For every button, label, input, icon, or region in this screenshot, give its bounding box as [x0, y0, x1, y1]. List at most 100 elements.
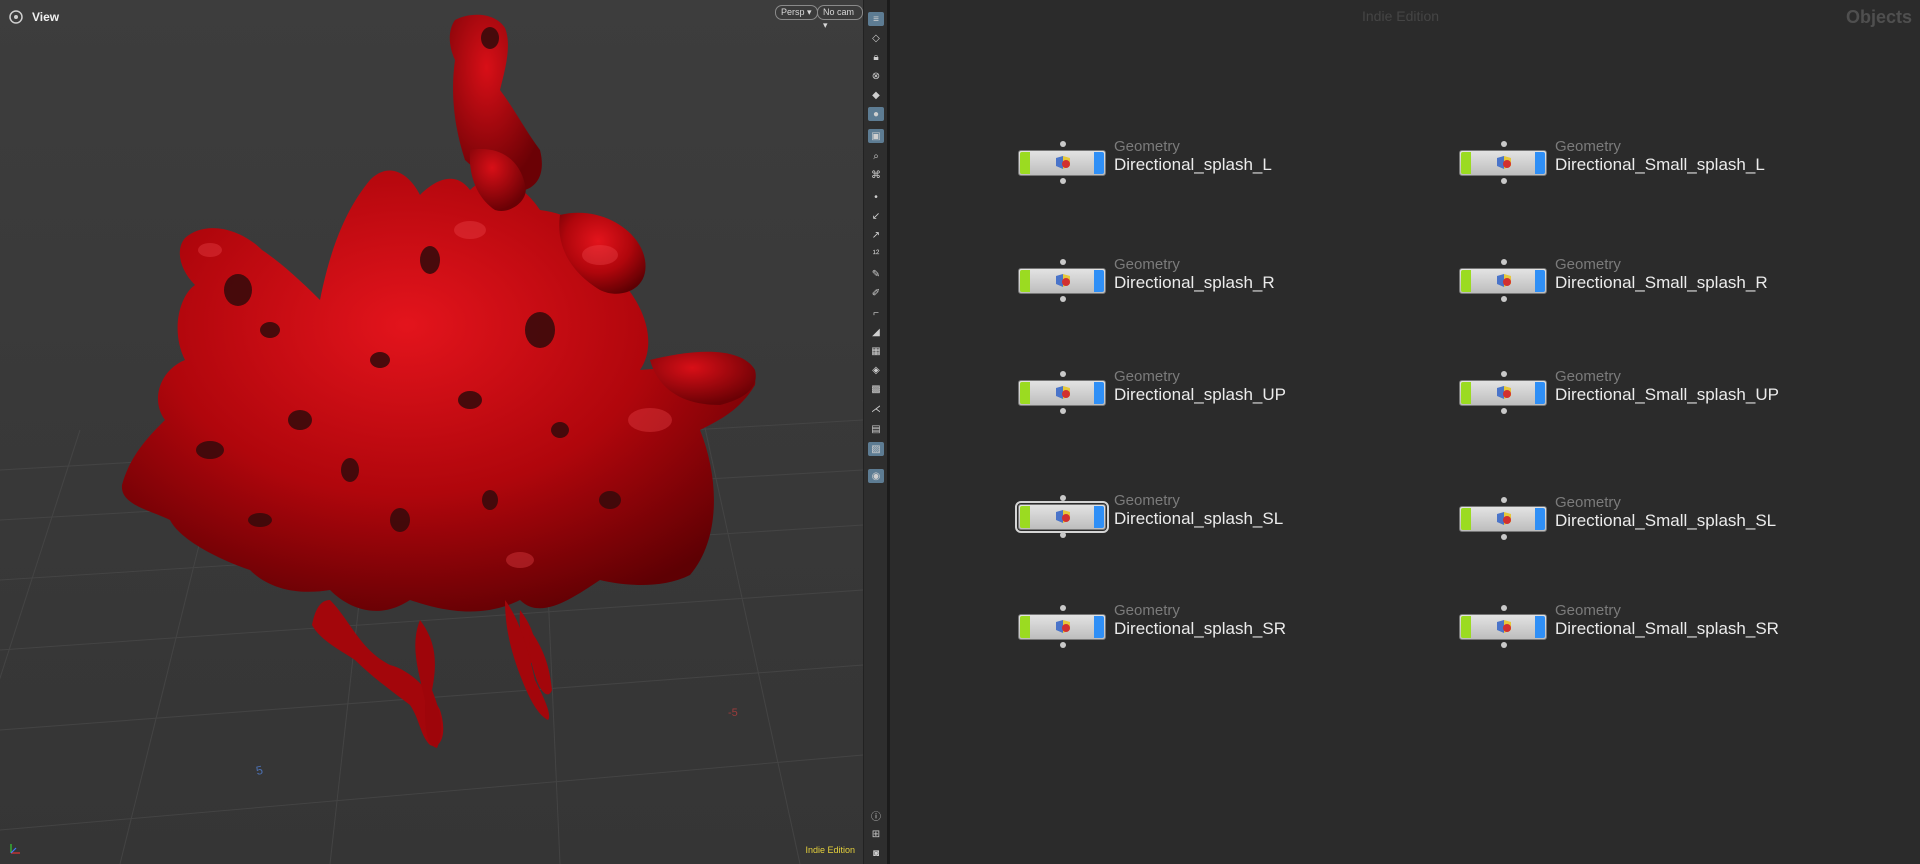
render-flag[interactable] — [1094, 506, 1104, 528]
node-body[interactable] — [1459, 150, 1547, 176]
node-directional-small-splash-sr[interactable]: Geometry Directional_Small_splash_SR — [1459, 602, 1859, 658]
output-port[interactable] — [1501, 408, 1507, 414]
input-port[interactable] — [1060, 605, 1066, 611]
render-flag[interactable] — [1535, 616, 1545, 638]
node-name[interactable]: Directional_Small_splash_SL — [1555, 511, 1776, 531]
input-port[interactable] — [1501, 259, 1507, 265]
node-body[interactable] — [1018, 268, 1106, 294]
ground-plane-icon[interactable]: ◈ — [868, 363, 884, 377]
render-flag[interactable] — [1094, 270, 1104, 292]
node-body[interactable] — [1018, 150, 1106, 176]
display-flag[interactable] — [1461, 152, 1471, 174]
node-name[interactable]: Directional_Small_splash_UP — [1555, 385, 1779, 405]
output-port[interactable] — [1060, 178, 1066, 184]
node-body[interactable] — [1018, 380, 1106, 406]
quad-view-icon[interactable]: ⊞ — [868, 827, 884, 841]
node-name[interactable]: Directional_splash_UP — [1114, 385, 1286, 405]
lock-view-icon[interactable]: 🔒︎ — [868, 50, 884, 64]
display-flag[interactable] — [1020, 152, 1030, 174]
output-port[interactable] — [1501, 534, 1507, 540]
node-directional-small-splash-up[interactable]: Geometry Directional_Small_splash_UP — [1459, 368, 1859, 424]
paint-icon[interactable]: ✐ — [868, 286, 884, 300]
node-name[interactable]: Directional_splash_R — [1114, 273, 1275, 293]
node-directional-small-splash-l[interactable]: Geometry Directional_Small_splash_L — [1459, 138, 1859, 194]
display-flag[interactable] — [1461, 382, 1471, 404]
headlight-icon[interactable]: ● — [868, 107, 884, 121]
image-icon[interactable]: ▨ — [868, 442, 884, 456]
input-port[interactable] — [1501, 371, 1507, 377]
select-tool-icon[interactable]: ⌘ — [868, 168, 884, 182]
vector-icon[interactable]: ↗ — [868, 228, 884, 242]
display-flag[interactable] — [1461, 508, 1471, 530]
select-visible-icon[interactable]: ⌕ — [868, 149, 884, 163]
display-flag[interactable] — [1020, 382, 1030, 404]
render-flag[interactable] — [1094, 382, 1104, 404]
display-flag[interactable] — [1020, 506, 1030, 528]
input-port[interactable] — [1501, 141, 1507, 147]
point-numbers-icon[interactable]: ¹² — [868, 247, 884, 261]
node-name[interactable]: Directional_splash_SR — [1114, 619, 1286, 639]
node-body[interactable] — [1459, 380, 1547, 406]
snap-icon[interactable]: ⊗ — [868, 69, 884, 83]
node-name[interactable]: Directional_Small_splash_R — [1555, 273, 1768, 293]
camera-menu-button[interactable]: No cam ▾ — [817, 5, 863, 30]
normal-icon[interactable]: ↙ — [868, 209, 884, 223]
render-flag[interactable] — [1535, 508, 1545, 530]
render-flag[interactable] — [1094, 152, 1104, 174]
output-port[interactable] — [1060, 532, 1066, 538]
handle-tool-icon[interactable]: ◇ — [868, 31, 884, 45]
node-body-selected[interactable] — [1015, 501, 1109, 533]
info-icon[interactable]: ⓘ — [868, 808, 884, 823]
output-port[interactable] — [1501, 642, 1507, 648]
output-port[interactable] — [1060, 642, 1066, 648]
render-flag[interactable] — [1535, 382, 1545, 404]
display-flag[interactable] — [1461, 616, 1471, 638]
node-directional-splash-l[interactable]: Geometry Directional_splash_L — [1018, 138, 1418, 194]
node-directional-splash-sr[interactable]: Geometry Directional_splash_SR — [1018, 602, 1418, 658]
node-directional-small-splash-sl[interactable]: Geometry Directional_Small_splash_SL — [1459, 494, 1859, 550]
input-port[interactable] — [1060, 495, 1066, 501]
geo-light-icon[interactable]: ◉ — [868, 469, 884, 483]
perspective-menu-button[interactable]: Persp ▾ — [775, 5, 818, 20]
node-directional-splash-up[interactable]: Geometry Directional_splash_UP — [1018, 368, 1418, 424]
skeleton-icon[interactable]: ⋌ — [868, 402, 884, 416]
node-directional-splash-sl[interactable]: Geometry Directional_splash_SL — [1015, 492, 1418, 548]
node-name[interactable]: Directional_splash_SL — [1114, 509, 1283, 529]
node-name[interactable]: Directional_Small_splash_SR — [1555, 619, 1779, 639]
render-flag[interactable] — [1535, 270, 1545, 292]
render-flag[interactable] — [1535, 152, 1545, 174]
ruler-icon[interactable]: ◢ — [868, 325, 884, 339]
node-body[interactable] — [1459, 268, 1547, 294]
network-editor[interactable]: Indie Edition Objects Geometry Direction… — [890, 0, 1920, 864]
render-flag[interactable] — [1094, 616, 1104, 638]
light-icon[interactable]: ◆ — [868, 88, 884, 102]
node-body[interactable] — [1459, 614, 1547, 640]
background-icon[interactable]: ▦ — [868, 344, 884, 358]
scene-viewport[interactable]: 5 -5 View Persp ▾ No cam ▾ Indie Edition — [0, 0, 863, 864]
node-name[interactable]: Directional_Small_splash_L — [1555, 155, 1765, 175]
node-body[interactable] — [1459, 506, 1547, 532]
output-port[interactable] — [1060, 296, 1066, 302]
input-port[interactable] — [1501, 497, 1507, 503]
node-directional-small-splash-r[interactable]: Geometry Directional_Small_splash_R — [1459, 256, 1859, 312]
point-icon[interactable]: • — [868, 190, 884, 204]
brush-icon[interactable]: ✎ — [868, 267, 884, 281]
input-port[interactable] — [1060, 371, 1066, 377]
input-port[interactable] — [1060, 259, 1066, 265]
output-port[interactable] — [1060, 408, 1066, 414]
measure-icon[interactable]: ⌐ — [868, 306, 884, 320]
output-port[interactable] — [1501, 178, 1507, 184]
input-port[interactable] — [1060, 141, 1066, 147]
node-body[interactable] — [1018, 614, 1106, 640]
layout-icon[interactable]: ▤ — [868, 422, 884, 436]
display-flag[interactable] — [1020, 616, 1030, 638]
camera-view-icon[interactable]: ▣ — [868, 129, 884, 143]
output-port[interactable] — [1501, 296, 1507, 302]
input-port[interactable] — [1501, 605, 1507, 611]
display-flag[interactable] — [1461, 270, 1471, 292]
node-name[interactable]: Directional_splash_L — [1114, 155, 1272, 175]
display-flag[interactable] — [1020, 270, 1030, 292]
display-options-icon[interactable]: ≡ — [868, 12, 884, 26]
node-directional-splash-r[interactable]: Geometry Directional_splash_R — [1018, 256, 1418, 312]
render-icon[interactable]: ◙ — [868, 846, 884, 860]
